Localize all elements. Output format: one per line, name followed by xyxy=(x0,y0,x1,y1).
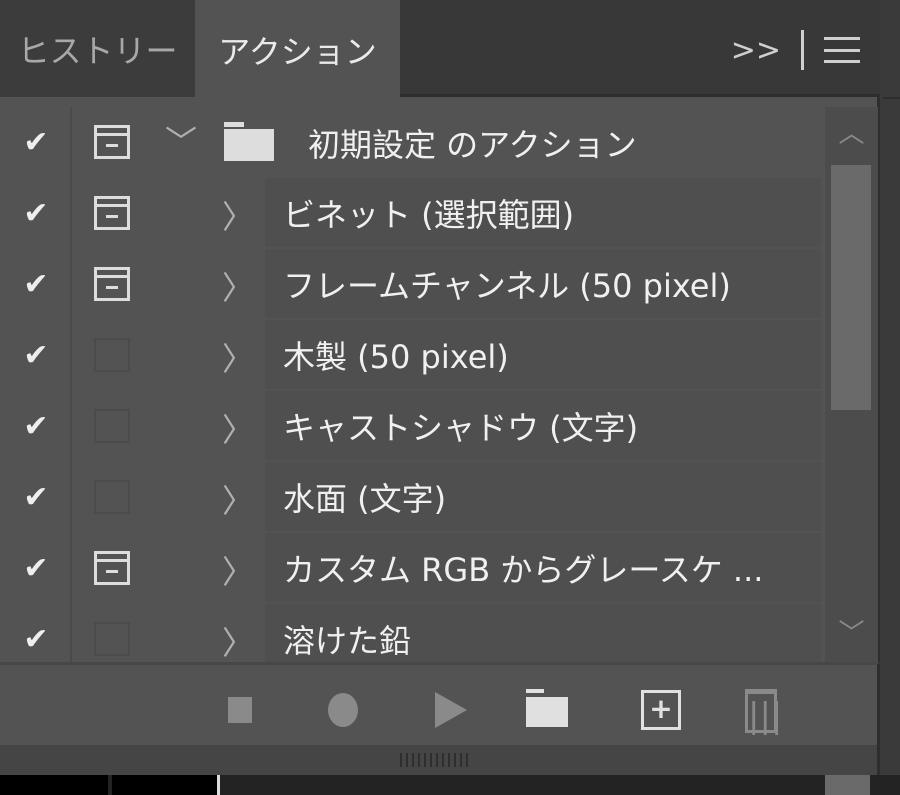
dialog-toggle-icon[interactable] xyxy=(94,338,130,372)
chevron-right-icon[interactable]: 〉 xyxy=(222,405,254,451)
action-label: 木製 (50 pixel) xyxy=(265,320,821,389)
stop-icon[interactable] xyxy=(228,697,252,723)
chevron-right-icon[interactable]: 〉 xyxy=(222,263,254,309)
new-action-icon[interactable]: + xyxy=(641,690,681,730)
action-row[interactable]: ✔ 〉 溶けた鉛 xyxy=(0,604,825,662)
action-label: フレームチャンネル (50 pixel) xyxy=(265,249,821,318)
chevron-right-icon[interactable]: 〉 xyxy=(222,547,254,593)
divider xyxy=(801,30,804,70)
scrollbar[interactable]: ︿ ﹀ xyxy=(825,107,878,662)
scrollbar-thumb[interactable] xyxy=(825,775,870,795)
play-icon[interactable] xyxy=(435,692,467,728)
actions-panel: ✔ ﹀ 初期設定 のアクション ✔ 〉 ビネット (選択範囲) ✔ 〉 フレームチ… xyxy=(0,97,880,662)
actions-toolbar: + ||| xyxy=(0,662,880,745)
check-icon[interactable]: ✔ xyxy=(18,622,54,658)
check-icon[interactable]: ✔ xyxy=(18,338,54,374)
action-label: カスタム RGB からグレースケ ... xyxy=(265,533,821,602)
check-icon[interactable]: ✔ xyxy=(18,480,54,516)
chevron-down-icon[interactable]: ﹀ xyxy=(165,117,197,163)
action-row[interactable]: ✔ 〉 キャストシャドウ (文字) xyxy=(0,391,825,462)
tab-history[interactable]: ヒストリー xyxy=(0,0,195,97)
action-row[interactable]: ✔ 〉 水面 (文字) xyxy=(0,462,825,533)
collapse-panels-icon[interactable]: >> xyxy=(731,33,781,68)
side-panel-edge xyxy=(883,97,900,775)
scroll-up-icon[interactable]: ︿ xyxy=(825,107,878,162)
action-set-label: 初期設定 のアクション xyxy=(308,125,637,164)
trash-icon[interactable]: ||| xyxy=(745,689,782,736)
chevron-right-icon[interactable]: 〉 xyxy=(222,334,254,380)
new-set-folder-icon[interactable] xyxy=(526,689,568,727)
panel-tab-bar: ヒストリー アクション >> xyxy=(0,0,880,100)
action-row[interactable]: ✔ 〉 ビネット (選択範囲) xyxy=(0,178,825,249)
lower-panel xyxy=(0,775,900,795)
actions-list: ✔ ﹀ 初期設定 のアクション ✔ 〉 ビネット (選択範囲) ✔ 〉 フレームチ… xyxy=(0,107,825,662)
check-icon[interactable]: ✔ xyxy=(18,196,54,232)
action-label: 水面 (文字) xyxy=(265,462,821,531)
check-icon[interactable]: ✔ xyxy=(18,409,54,445)
record-icon[interactable] xyxy=(328,693,358,727)
dialog-toggle-icon[interactable] xyxy=(94,480,130,514)
action-row[interactable]: ✔ 〉 フレームチャンネル (50 pixel) xyxy=(0,249,825,320)
check-icon[interactable]: ✔ xyxy=(18,125,54,161)
action-label: キャストシャドウ (文字) xyxy=(265,391,821,460)
dialog-toggle-icon[interactable] xyxy=(94,196,130,230)
chevron-right-icon[interactable]: 〉 xyxy=(222,192,254,238)
dialog-toggle-icon[interactable] xyxy=(94,125,130,159)
check-icon[interactable]: ✔ xyxy=(18,551,54,587)
action-set-row[interactable]: ✔ ﹀ 初期設定 のアクション xyxy=(0,107,825,178)
action-row[interactable]: ✔ 〉 カスタム RGB からグレースケ ... xyxy=(0,533,825,604)
scrollbar-thumb[interactable] xyxy=(831,165,871,410)
panel-menu-icon[interactable] xyxy=(824,37,860,63)
swatch xyxy=(0,775,108,795)
tab-actions[interactable]: アクション xyxy=(195,0,400,100)
dialog-toggle-icon[interactable] xyxy=(94,267,130,301)
swatch xyxy=(112,775,220,795)
check-icon[interactable]: ✔ xyxy=(18,267,54,303)
folder-icon xyxy=(224,122,274,161)
chevron-right-icon[interactable]: 〉 xyxy=(222,618,254,662)
dialog-toggle-icon[interactable] xyxy=(94,409,130,443)
action-row[interactable]: ✔ 〉 木製 (50 pixel) xyxy=(0,320,825,391)
resize-grip[interactable] xyxy=(0,745,880,775)
action-label: 溶けた鉛 xyxy=(265,604,821,662)
scroll-down-icon[interactable]: ﹀ xyxy=(825,607,878,662)
dialog-toggle-icon[interactable] xyxy=(94,622,130,656)
dialog-toggle-icon[interactable] xyxy=(94,551,130,585)
chevron-right-icon[interactable]: 〉 xyxy=(222,476,254,522)
action-label: ビネット (選択範囲) xyxy=(265,178,821,247)
